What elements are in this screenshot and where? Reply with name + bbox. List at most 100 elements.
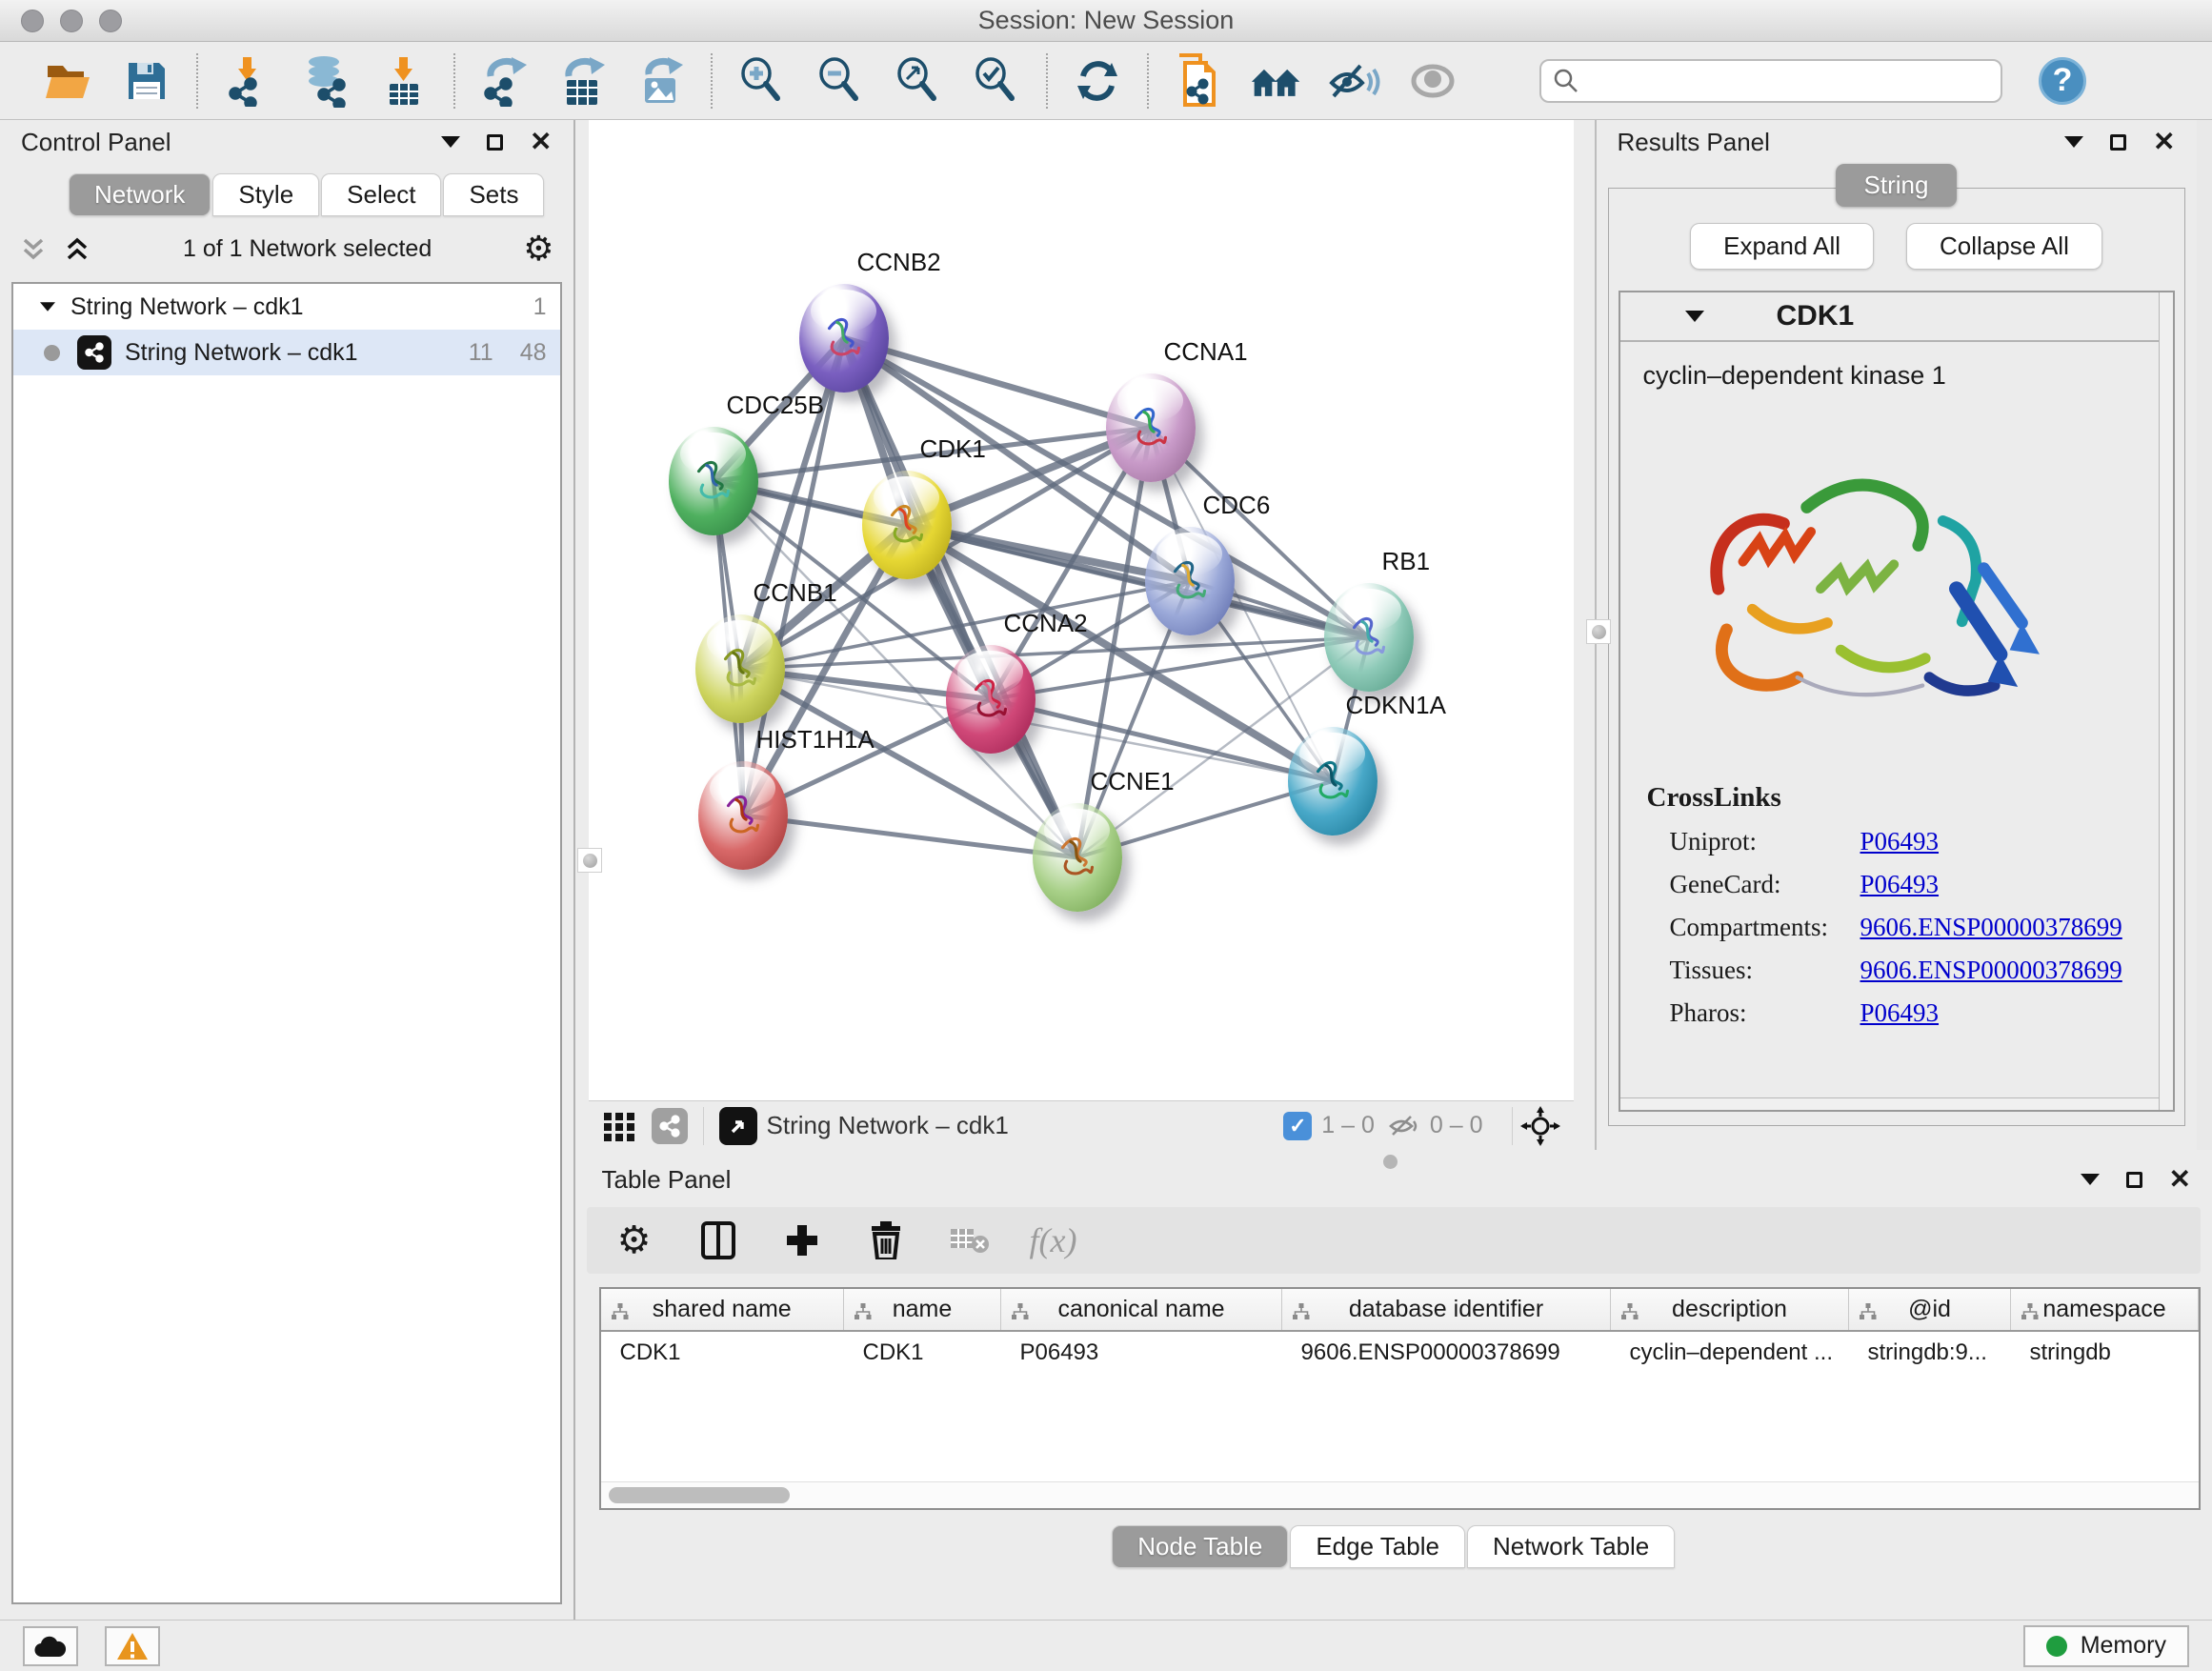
crosslink-link[interactable]: P06493 bbox=[1860, 827, 1940, 856]
close-panel-icon[interactable]: ✕ bbox=[2153, 129, 2175, 155]
column-header-database-identifier[interactable]: database identifier bbox=[1282, 1289, 1611, 1331]
enable-disable-icon[interactable] bbox=[1406, 54, 1459, 108]
string-document-icon[interactable] bbox=[1172, 54, 1225, 108]
network-collection-row[interactable]: String Network – cdk1 1 bbox=[13, 284, 560, 330]
delete-column-icon[interactable] bbox=[865, 1219, 907, 1261]
network-node-CDK1[interactable] bbox=[862, 471, 952, 579]
import-table-file-icon[interactable] bbox=[377, 54, 431, 108]
close-window-button[interactable] bbox=[21, 10, 44, 32]
help-button[interactable]: ? bbox=[2039, 57, 2086, 105]
network-node-RB1[interactable] bbox=[1324, 583, 1414, 692]
zoom-in-icon[interactable] bbox=[735, 54, 789, 108]
right-divider-handle[interactable] bbox=[1586, 619, 1611, 644]
add-column-icon[interactable] bbox=[781, 1219, 823, 1261]
close-panel-icon[interactable]: ✕ bbox=[530, 129, 552, 155]
crosslink-link[interactable]: P06493 bbox=[1860, 870, 1940, 899]
crosslink-link[interactable]: P06493 bbox=[1860, 998, 1940, 1028]
panel-menu-icon[interactable] bbox=[2064, 136, 2083, 148]
tab-network-table[interactable]: Network Table bbox=[1467, 1525, 1675, 1568]
gene-entry-header[interactable]: CDK1 bbox=[1620, 292, 2173, 342]
zoom-window-button[interactable] bbox=[99, 10, 122, 32]
save-session-icon[interactable] bbox=[120, 54, 173, 108]
hidden-items-icon[interactable] bbox=[1388, 1114, 1420, 1138]
cloud-status-button[interactable] bbox=[23, 1626, 78, 1666]
collection-expand-icon[interactable] bbox=[40, 302, 55, 312]
change-species-icon[interactable] bbox=[1250, 54, 1303, 108]
zoom-fit-icon[interactable] bbox=[892, 54, 945, 108]
crosslink-link[interactable]: 9606.ENSP00000378699 bbox=[1860, 956, 2122, 985]
network-canvas[interactable]: CCNB2CCNA1CDC25BCDK1CDC6RB1CCNB1CCNA2CDK… bbox=[589, 120, 1574, 1100]
tab-sets[interactable]: Sets bbox=[443, 173, 544, 216]
network-node-CCNB2[interactable] bbox=[799, 284, 889, 393]
navigate-crosshair-icon[interactable] bbox=[1520, 1106, 1560, 1146]
network-node-CDC25B[interactable] bbox=[669, 427, 758, 535]
network-edge[interactable] bbox=[743, 815, 1077, 857]
search-box[interactable] bbox=[1539, 59, 2002, 103]
table-row[interactable]: CDK1CDK1P064939606.ENSP00000378699cyclin… bbox=[601, 1331, 2199, 1373]
delete-table-icon[interactable] bbox=[949, 1219, 991, 1261]
birds-eye-view-icon[interactable] bbox=[719, 1107, 757, 1145]
import-network-file-icon[interactable] bbox=[221, 54, 274, 108]
show-columns-icon[interactable] bbox=[697, 1219, 739, 1261]
table-panel-resize-handle[interactable] bbox=[1383, 1155, 1398, 1169]
minimize-window-button[interactable] bbox=[60, 10, 83, 32]
table-horizontal-scrollbar[interactable] bbox=[601, 1481, 2200, 1508]
expand-all-button[interactable]: Expand All bbox=[1690, 223, 1874, 270]
column-header-name[interactable]: name bbox=[844, 1289, 1001, 1331]
network-node-CDKN1A[interactable] bbox=[1288, 727, 1377, 836]
warnings-button[interactable] bbox=[105, 1626, 160, 1666]
tab-node-table[interactable]: Node Table bbox=[1112, 1525, 1288, 1568]
network-node-CCNA1[interactable] bbox=[1106, 373, 1196, 482]
tab-style[interactable]: Style bbox=[212, 173, 319, 216]
network-edge[interactable] bbox=[844, 338, 1151, 428]
tab-network[interactable]: Network bbox=[69, 173, 211, 216]
tab-string[interactable]: String bbox=[1836, 164, 1958, 207]
network-node-HIST1H1A[interactable] bbox=[698, 761, 788, 870]
export-network-icon[interactable] bbox=[478, 54, 532, 108]
results-horizontal-scrollbar[interactable] bbox=[1620, 1097, 2159, 1110]
expand-all-icon[interactable] bbox=[63, 237, 91, 262]
column-header-namespace[interactable]: namespace bbox=[2011, 1289, 2199, 1331]
table-options-gear-icon[interactable]: ⚙ bbox=[613, 1219, 655, 1261]
function-builder-icon[interactable]: f(x) bbox=[1033, 1219, 1075, 1261]
column-header-shared-name[interactable]: shared name bbox=[601, 1289, 844, 1331]
column-header-description[interactable]: description bbox=[1611, 1289, 1849, 1331]
search-input[interactable] bbox=[1579, 68, 1989, 94]
network-node-CCNB1[interactable] bbox=[695, 614, 785, 723]
float-panel-icon[interactable] bbox=[487, 134, 503, 151]
collapse-all-icon[interactable] bbox=[19, 237, 48, 262]
collapse-all-button[interactable]: Collapse All bbox=[1906, 223, 2102, 270]
selected-nodes-checkbox[interactable]: ✓ bbox=[1283, 1112, 1312, 1140]
network-options-gear-icon[interactable]: ⚙ bbox=[523, 230, 553, 269]
panel-menu-icon[interactable] bbox=[2081, 1174, 2100, 1185]
network-node-CDC6[interactable] bbox=[1145, 527, 1235, 635]
network-node-CCNE1[interactable] bbox=[1033, 803, 1122, 912]
tab-select[interactable]: Select bbox=[321, 173, 441, 216]
scrollbar-thumb[interactable] bbox=[609, 1487, 790, 1503]
hide-unhide-icon[interactable] bbox=[1328, 54, 1381, 108]
refresh-layout-icon[interactable] bbox=[1071, 54, 1124, 108]
memory-button[interactable]: Memory bbox=[2023, 1625, 2189, 1667]
open-session-icon[interactable] bbox=[42, 54, 95, 108]
network-row[interactable]: String Network – cdk1 11 48 bbox=[13, 330, 560, 375]
entry-collapse-icon[interactable] bbox=[1685, 311, 1704, 322]
crosslink-link[interactable]: 9606.ENSP00000378699 bbox=[1860, 913, 2122, 942]
column-header-canonical-name[interactable]: canonical name bbox=[1001, 1289, 1282, 1331]
import-network-database-icon[interactable] bbox=[299, 54, 352, 108]
tab-edge-table[interactable]: Edge Table bbox=[1290, 1525, 1465, 1568]
column-header--id[interactable]: @id bbox=[1849, 1289, 2011, 1331]
network-edge[interactable] bbox=[844, 338, 1077, 857]
network-node-CCNA2[interactable] bbox=[946, 645, 1036, 754]
window-controls[interactable] bbox=[21, 10, 122, 32]
network-share-icon[interactable] bbox=[652, 1108, 688, 1144]
zoom-selected-icon[interactable] bbox=[970, 54, 1023, 108]
export-image-icon[interactable] bbox=[634, 54, 688, 108]
results-vertical-scrollbar[interactable] bbox=[2159, 292, 2173, 1110]
panel-menu-icon[interactable] bbox=[441, 136, 460, 148]
grid-view-icon[interactable] bbox=[602, 1109, 636, 1143]
close-panel-icon[interactable]: ✕ bbox=[2169, 1166, 2191, 1193]
float-panel-icon[interactable] bbox=[2126, 1172, 2142, 1188]
zoom-out-icon[interactable] bbox=[814, 54, 867, 108]
export-table-icon[interactable] bbox=[556, 54, 610, 108]
left-divider-handle[interactable] bbox=[577, 848, 602, 873]
